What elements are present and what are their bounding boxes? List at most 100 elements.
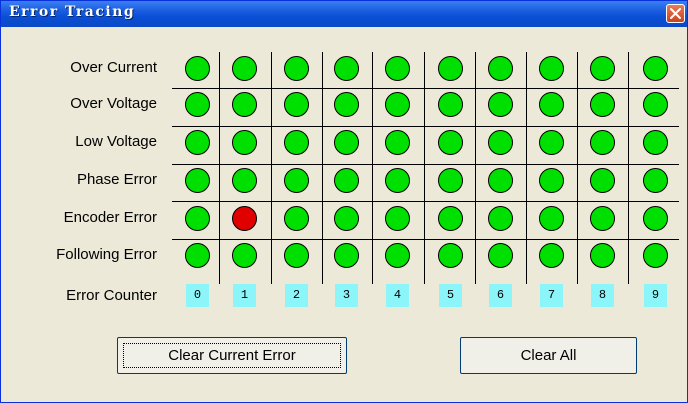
status-led-green — [538, 167, 564, 193]
grid-vline-3 — [322, 52, 323, 284]
status-led-green — [437, 91, 463, 117]
error-counter-cell: 2 — [285, 284, 308, 307]
grid-hline-5 — [172, 239, 679, 240]
status-led-green — [283, 129, 309, 155]
status-led-green — [231, 91, 257, 117]
status-led-green — [333, 91, 359, 117]
status-led-green — [642, 55, 668, 81]
row-label: Phase Error — [76, 171, 157, 188]
status-led-green — [184, 242, 210, 268]
grid-vline-2 — [271, 52, 272, 284]
grid-hline-2 — [172, 126, 679, 127]
status-led-green — [384, 167, 410, 193]
row-label: Encoder Error — [63, 209, 157, 226]
status-led-green — [487, 242, 513, 268]
status-led-green — [333, 55, 359, 81]
error-counter-cell: 5 — [439, 284, 462, 307]
status-led-green — [283, 242, 309, 268]
status-led-green — [184, 129, 210, 155]
window-title: Error Tracing — [9, 4, 136, 20]
status-led-green — [184, 91, 210, 117]
row-label: Low Voltage — [75, 133, 157, 150]
status-led-green — [184, 55, 210, 81]
status-led-green — [437, 242, 463, 268]
clear-all-label: Clear All — [520, 347, 577, 364]
status-led-green — [642, 205, 668, 231]
status-led-green — [283, 205, 309, 231]
status-led-green — [642, 129, 668, 155]
status-led-green — [487, 167, 513, 193]
clear-current-error-label: Clear Current Error — [168, 347, 296, 364]
status-led-green — [333, 242, 359, 268]
status-led-green — [538, 129, 564, 155]
status-led-green — [437, 205, 463, 231]
row-label: Over Current — [70, 59, 157, 76]
status-led-green — [589, 167, 615, 193]
status-led-green — [487, 205, 513, 231]
status-led-green — [384, 242, 410, 268]
error-counter-cell: 8 — [591, 284, 614, 307]
status-led-green — [437, 167, 463, 193]
status-led-green — [184, 205, 210, 231]
status-led-green — [231, 129, 257, 155]
error-counter-cell: 6 — [489, 284, 512, 307]
status-led-green — [283, 55, 309, 81]
error-counter-cell: 3 — [335, 284, 358, 307]
grid-vline-6 — [475, 52, 476, 284]
close-icon[interactable] — [666, 4, 685, 23]
status-led-green — [538, 91, 564, 117]
close-x-glyph — [670, 8, 681, 19]
grid-hline-1 — [172, 88, 679, 89]
error-counter-cell: 0 — [186, 284, 209, 307]
error-counter-cell: 4 — [386, 284, 409, 307]
status-led-green — [487, 129, 513, 155]
status-led-green — [384, 205, 410, 231]
grid-vline-1 — [219, 52, 220, 284]
status-led-red — [231, 205, 257, 231]
status-led-green — [589, 91, 615, 117]
grid-vline-5 — [424, 52, 425, 284]
status-led-green — [384, 55, 410, 81]
error-counter-label: Error Counter — [66, 287, 157, 304]
status-led-green — [283, 91, 309, 117]
error-tracing-window: Error Tracing Over Current Over Voltage Lo… — [0, 0, 688, 403]
status-led-green — [589, 205, 615, 231]
grid-vline-8 — [577, 52, 578, 284]
status-led-green — [487, 55, 513, 81]
title-bar[interactable]: Error Tracing — [1, 1, 687, 27]
status-led-green — [283, 167, 309, 193]
error-counter-cell: 9 — [644, 284, 667, 307]
status-led-green — [231, 167, 257, 193]
error-counter-cell: 7 — [540, 284, 563, 307]
grid-vline-9 — [628, 52, 629, 284]
grid-hline-4 — [172, 201, 679, 202]
status-led-green — [642, 242, 668, 268]
status-led-green — [333, 129, 359, 155]
status-led-green — [589, 242, 615, 268]
row-label: Over Voltage — [70, 95, 157, 112]
clear-all-button[interactable]: Clear All — [460, 337, 637, 374]
row-label: Following Error — [56, 246, 157, 263]
status-led-green — [487, 91, 513, 117]
status-led-green — [589, 129, 615, 155]
grid-hline-3 — [172, 164, 679, 165]
grid-vline-7 — [526, 52, 527, 284]
status-led-green — [231, 55, 257, 81]
status-led-green — [384, 129, 410, 155]
status-led-green — [589, 55, 615, 81]
status-led-green — [642, 167, 668, 193]
status-led-green — [538, 242, 564, 268]
status-led-green — [231, 242, 257, 268]
status-led-green — [333, 205, 359, 231]
status-led-green — [333, 167, 359, 193]
status-led-green — [642, 91, 668, 117]
status-led-green — [437, 129, 463, 155]
status-led-green — [538, 205, 564, 231]
grid-vline-4 — [372, 52, 373, 284]
status-led-green — [384, 91, 410, 117]
status-led-green — [538, 55, 564, 81]
status-led-green — [184, 167, 210, 193]
error-counter-cell: 1 — [233, 284, 256, 307]
clear-current-error-button[interactable]: Clear Current Error — [117, 337, 347, 374]
status-led-green — [437, 55, 463, 81]
